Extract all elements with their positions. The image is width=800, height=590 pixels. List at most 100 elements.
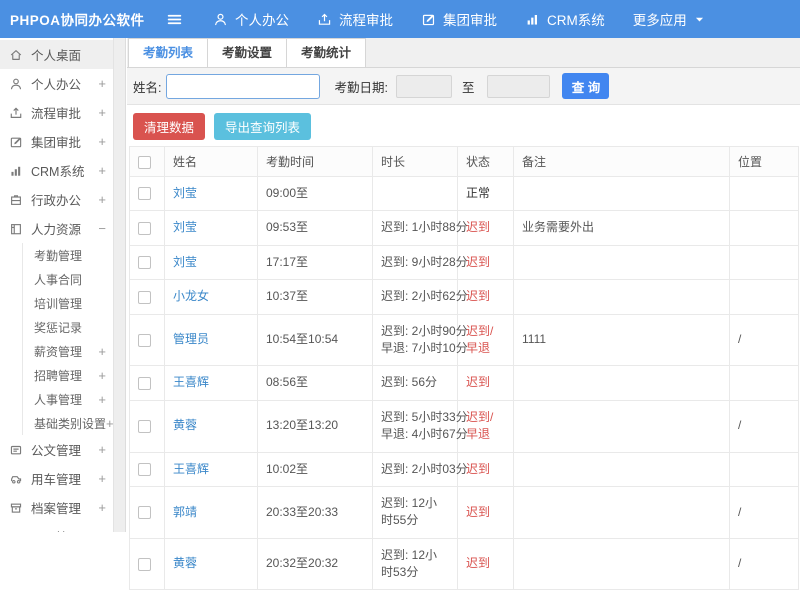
employee-name-link[interactable]: 黄蓉	[173, 418, 197, 432]
row-select-cell	[129, 210, 165, 246]
duration-cell	[372, 175, 458, 212]
sidebar-subitem[interactable]: 培训管理	[23, 291, 113, 315]
sidebar-item[interactable]: 个人桌面	[0, 40, 113, 69]
sidebar-subitem-label: 人事合同	[34, 272, 83, 287]
employee-name-link[interactable]: 管理员	[173, 332, 209, 346]
employee-name-link[interactable]: 王喜辉	[173, 462, 209, 476]
row-select-cell	[129, 365, 165, 401]
nav-more-apps[interactable]: 更多应用	[633, 9, 706, 29]
duration-line: 迟到: 2小时62分	[381, 289, 468, 304]
row-checkbox[interactable]	[138, 419, 151, 433]
tab-1[interactable]: 考勤列表	[128, 38, 209, 68]
sidebar-subitem[interactable]: 人事合同	[23, 267, 113, 291]
expand-toggle[interactable]: −	[98, 222, 106, 235]
sidebar-item[interactable]: CRM系统 +	[0, 156, 113, 185]
status-badge: 迟到/早退	[466, 409, 494, 442]
name-cell: 管理员	[164, 313, 258, 367]
employee-name-link[interactable]: 郭靖	[173, 505, 197, 519]
table-row: 黄蓉 13:20至13:20 迟到: 5小时33分 早退: 4小时67分 迟到/早退 /	[129, 399, 799, 453]
expand-toggle[interactable]: +	[98, 135, 106, 148]
tab-3[interactable]: 考勤统计	[286, 38, 367, 68]
date-to-input[interactable]	[487, 74, 551, 98]
sidebar-subitem-label: 培训管理	[34, 296, 83, 311]
menu-toggle-button[interactable]	[166, 11, 183, 28]
time-cell: 08:56至	[257, 365, 373, 401]
duration-cell: 迟到: 1小时88分	[372, 210, 468, 246]
sidebar-item[interactable]: 项目管理+	[0, 522, 113, 532]
row-checkbox[interactable]	[138, 290, 151, 304]
sidebar-subitem[interactable]: 薪资管理 +	[23, 339, 113, 363]
sidebar-item[interactable]: 行政办公 +	[0, 185, 113, 214]
location-cell: /	[729, 313, 799, 367]
expand-toggle[interactable]: +	[98, 501, 106, 514]
duration-line: 迟到: 2小时90分	[381, 323, 468, 338]
row-checkbox[interactable]	[138, 221, 151, 235]
row-checkbox[interactable]	[138, 462, 151, 476]
sidebar-subitem[interactable]: 基础类别设置 +	[23, 411, 113, 435]
select-all-checkbox[interactable]	[138, 155, 151, 169]
duration-line: 迟到: 56分	[381, 375, 438, 390]
sidebar-item[interactable]: 用车管理 +	[0, 464, 113, 493]
duration-cell: 迟到: 9小时28分	[372, 244, 468, 281]
employee-name-link[interactable]: 刘莹	[173, 255, 197, 269]
sidebar-item[interactable]: 个人办公 +	[0, 69, 113, 98]
date-from-input[interactable]	[395, 74, 452, 98]
employee-name-link[interactable]: 王喜辉	[173, 375, 209, 389]
row-select-cell	[129, 279, 165, 315]
row-checkbox[interactable]	[138, 557, 151, 571]
nav-item-user[interactable]: 个人办公	[213, 9, 289, 29]
name-filter-input[interactable]	[166, 73, 321, 99]
expand-toggle[interactable]: +	[98, 77, 106, 90]
name-cell: 刘莹	[164, 175, 258, 212]
employee-name-link[interactable]: 刘莹	[173, 186, 197, 200]
employee-name-link[interactable]: 黄蓉	[173, 556, 197, 570]
expand-toggle[interactable]: +	[106, 417, 113, 430]
sidebar-item[interactable]: 流程审批 +	[0, 98, 113, 127]
nav-item-chart[interactable]: CRM系统	[525, 9, 605, 29]
export-list-button[interactable]: 导出查询列表	[214, 113, 312, 140]
row-checkbox[interactable]	[138, 187, 151, 201]
sidebar-subitem[interactable]: 考勤管理	[23, 243, 113, 267]
expand-toggle[interactable]: +	[98, 443, 106, 456]
main-content: 考勤列表 考勤设置 考勤统计 姓名: 考勤日期: 至 查 询 清理数据 导出查询列表…	[127, 38, 800, 590]
row-checkbox[interactable]	[138, 333, 151, 347]
sidebar-subitem-label: 考勤管理	[34, 248, 83, 263]
column-header: 备注	[513, 146, 730, 177]
sidebar-subitem[interactable]: 奖惩记录	[23, 315, 113, 339]
action-bar: 清理数据 导出查询列表	[127, 105, 800, 140]
employee-name-link[interactable]: 刘莹	[173, 220, 197, 234]
sidebar-subitem[interactable]: 招聘管理 +	[23, 363, 113, 387]
tab-2[interactable]: 考勤设置	[207, 38, 288, 68]
name-cell: 刘莹	[164, 210, 258, 246]
sidebar-item[interactable]: 公文管理 +	[0, 435, 113, 464]
sidebar-item[interactable]: 档案管理 +	[0, 493, 113, 522]
expand-toggle[interactable]: +	[98, 345, 106, 358]
row-checkbox[interactable]	[138, 256, 151, 270]
row-checkbox[interactable]	[138, 376, 151, 390]
sidebar-subitem-label: 人事管理	[34, 392, 83, 407]
remark-cell	[513, 537, 730, 590]
nav-item-share[interactable]: 流程审批	[317, 9, 393, 29]
row-checkbox[interactable]	[138, 505, 151, 519]
sidebar: 个人桌面 个人办公 + 流程审批 + 集团审批 + CRM系统 + 行政办公 + 人力资源 − 考勤管理人…	[0, 38, 114, 532]
remark-cell	[513, 451, 730, 487]
sidebar-subitem[interactable]: 人事管理 +	[23, 387, 113, 411]
row-select-cell	[129, 537, 165, 590]
sidebar-scrollbar[interactable]	[114, 38, 126, 532]
nav-item-edit[interactable]: 集团审批	[421, 9, 497, 29]
expand-toggle[interactable]: +	[98, 193, 106, 206]
remark-cell	[513, 365, 730, 401]
hamburger-icon	[166, 11, 183, 28]
employee-name-link[interactable]: 小龙女	[173, 289, 209, 303]
search-button[interactable]: 查 询	[562, 73, 610, 99]
clean-data-button[interactable]: 清理数据	[133, 113, 206, 140]
sidebar-item[interactable]: 人力资源 −	[0, 214, 113, 243]
expand-toggle[interactable]: +	[98, 164, 106, 177]
sidebar-item[interactable]: 集团审批 +	[0, 127, 113, 156]
name-cell: 王喜辉	[164, 365, 258, 401]
expand-toggle[interactable]: +	[98, 369, 106, 382]
expand-toggle[interactable]: +	[98, 106, 106, 119]
expand-toggle[interactable]: +	[98, 393, 106, 406]
row-select-cell	[129, 451, 165, 487]
expand-toggle[interactable]: +	[98, 472, 106, 485]
